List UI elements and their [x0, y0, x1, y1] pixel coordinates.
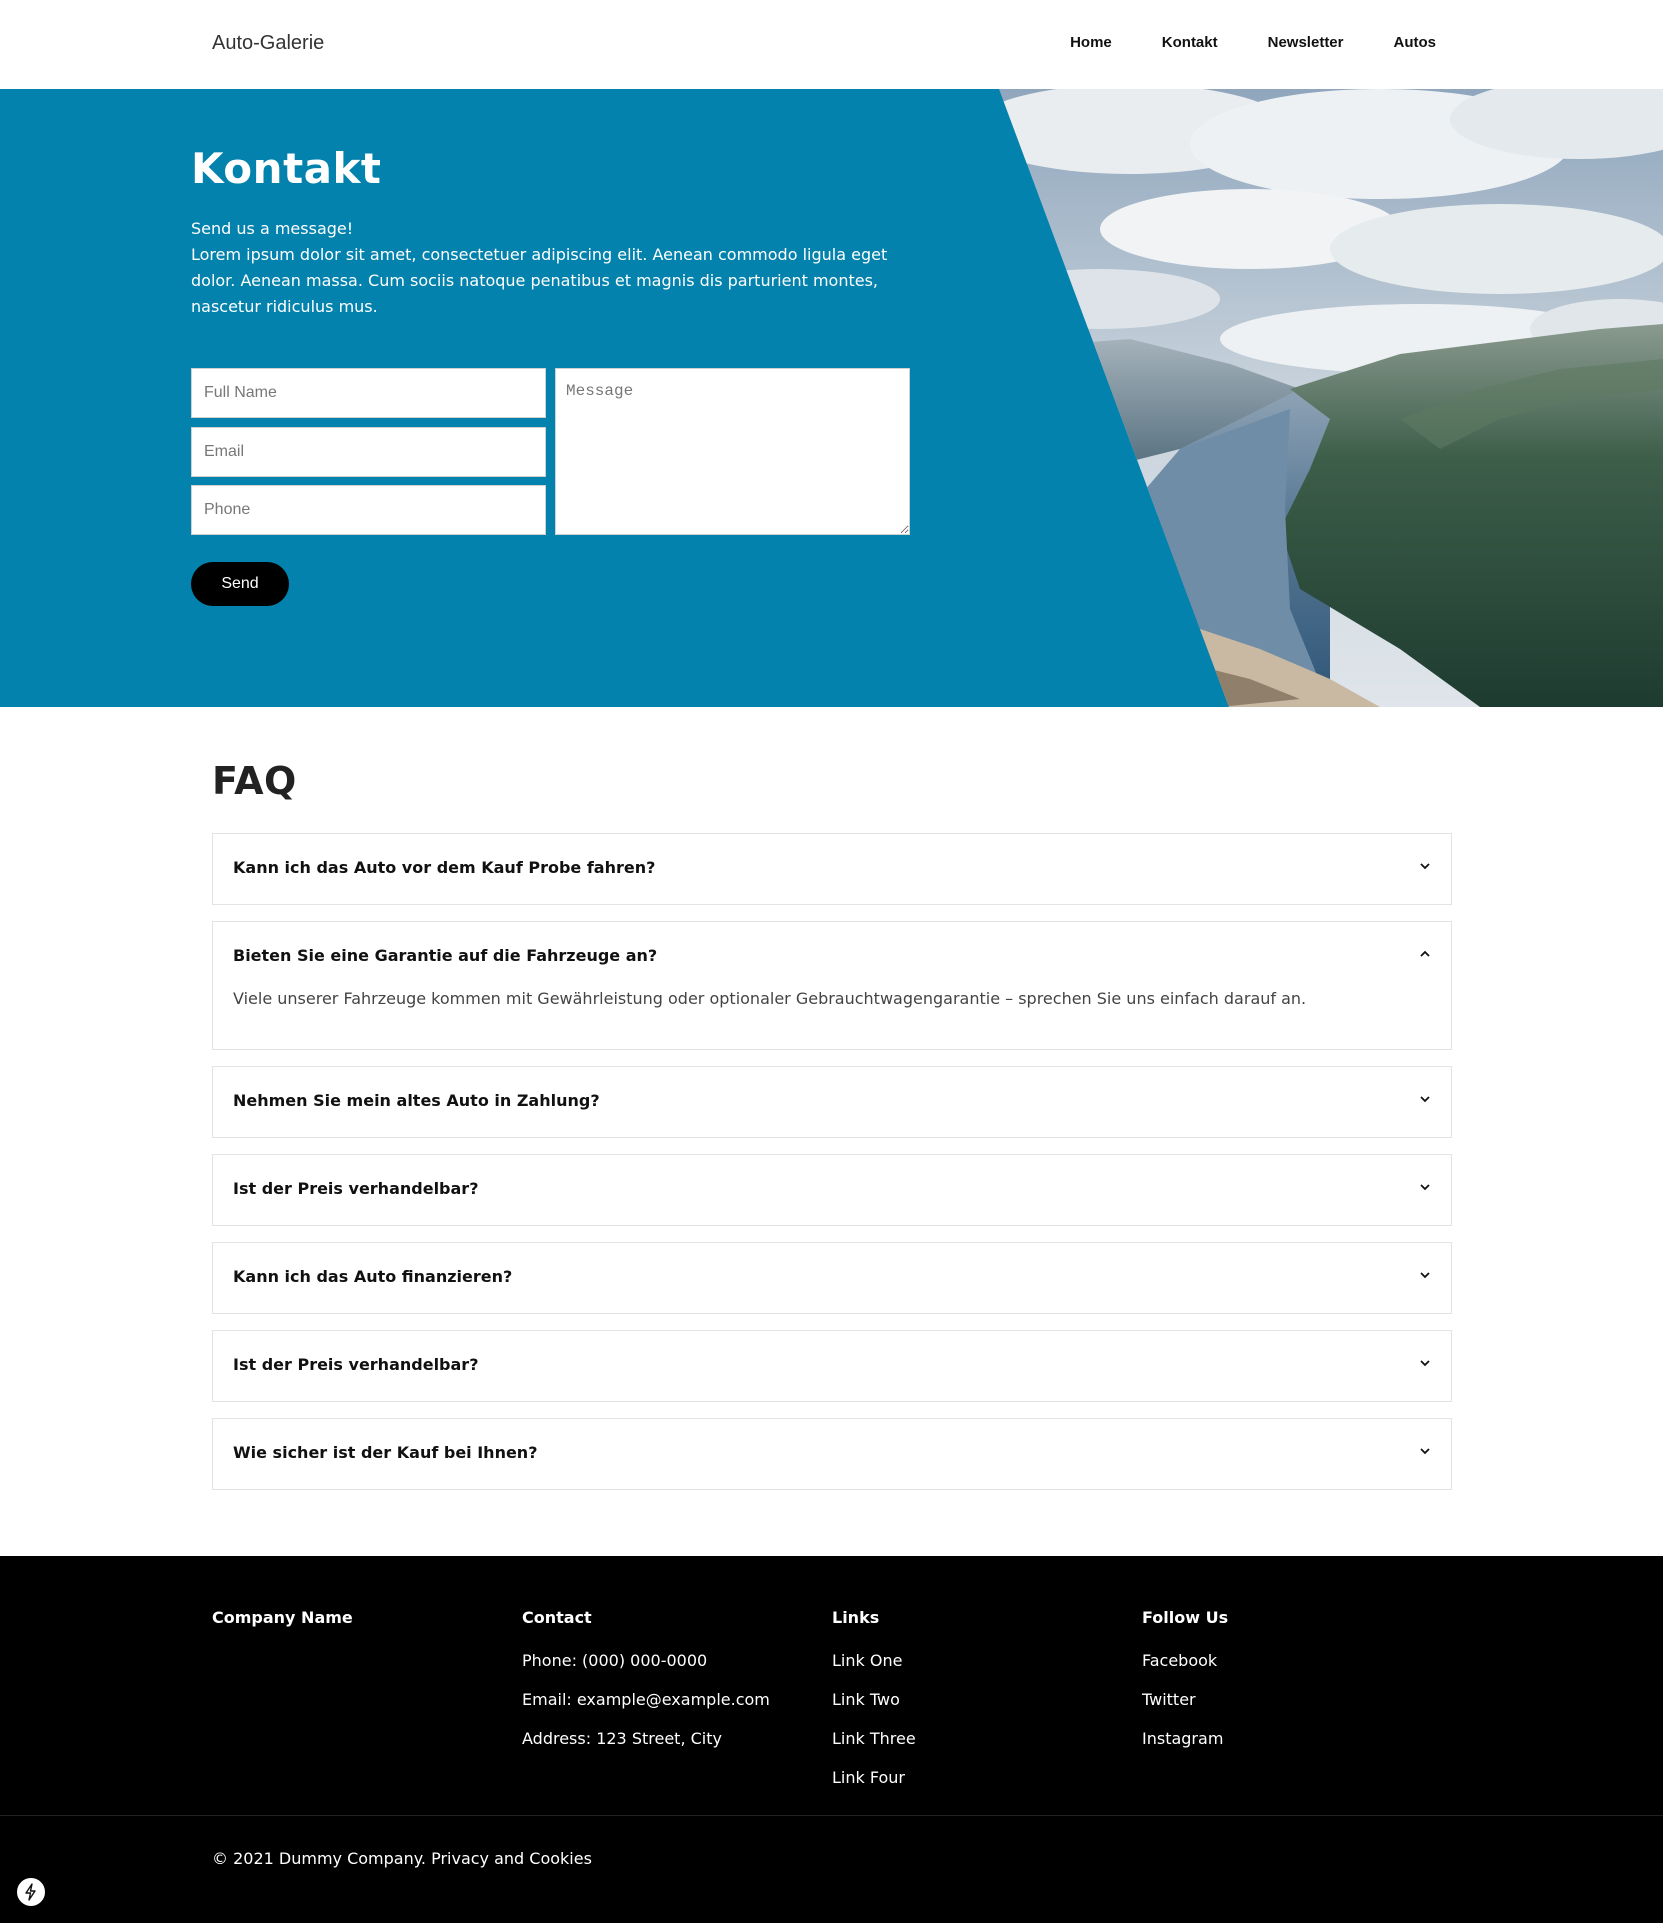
email-input[interactable]	[191, 427, 546, 477]
hero-body: Lorem ipsum dolor sit amet, consectetuer…	[191, 245, 888, 316]
hero-description: Send us a message! Lorem ipsum dolor sit…	[191, 216, 911, 320]
chevron-down-icon[interactable]	[1417, 1355, 1433, 1371]
footer-contact-title: Contact	[522, 1608, 592, 1627]
chevron-down-icon[interactable]	[1417, 1267, 1433, 1283]
contact-hero: Kontakt Send us a message! Lorem ipsum d…	[0, 89, 1663, 707]
faq-item[interactable]: Wie sicher ist der Kauf bei Ihnen?	[212, 1418, 1452, 1490]
nav-link-autos[interactable]: Autos	[1394, 34, 1437, 51]
site-logo[interactable]: Auto-Galerie	[212, 32, 324, 55]
site-header: Auto-Galerie Home Kontakt Newsletter Aut…	[0, 0, 1663, 89]
footer-contact: Contact Phone: (000) 000-0000 Email: exa…	[522, 1608, 770, 1758]
faq-item[interactable]: Kann ich das Auto vor dem Kauf Probe fah…	[212, 833, 1452, 905]
footer-company: Company Name	[212, 1608, 353, 1641]
hero-intro: Send us a message!	[191, 219, 354, 238]
chevron-down-icon[interactable]	[1417, 1179, 1433, 1195]
faq-question[interactable]: Kann ich das Auto vor dem Kauf Probe fah…	[233, 858, 655, 877]
send-button[interactable]: Send	[191, 562, 289, 606]
phone-input[interactable]	[191, 485, 546, 535]
nav-link-kontakt[interactable]: Kontakt	[1162, 34, 1218, 51]
faq-question[interactable]: Bieten Sie eine Garantie auf die Fahrzeu…	[233, 946, 657, 965]
chevron-down-icon[interactable]	[1417, 1091, 1433, 1107]
footer-email: Email: example@example.com	[522, 1690, 770, 1709]
footer-address: Address: 123 Street, City	[522, 1729, 722, 1748]
faq-item[interactable]: Nehmen Sie mein altes Auto in Zahlung?	[212, 1066, 1452, 1138]
footer-link-two[interactable]: Link Two	[832, 1680, 916, 1719]
faq-title: FAQ	[212, 759, 297, 803]
faq-question[interactable]: Wie sicher ist der Kauf bei Ihnen?	[233, 1443, 537, 1462]
footer-divider	[0, 1815, 1663, 1816]
faq-question[interactable]: Ist der Preis verhandelbar?	[233, 1355, 478, 1374]
footer-phone: Phone: (000) 000-0000	[522, 1651, 708, 1670]
faq-item[interactable]: Kann ich das Auto finanzieren?	[212, 1242, 1452, 1314]
copyright-text[interactable]: © 2021 Dummy Company. Privacy and Cookie…	[212, 1849, 592, 1868]
footer-company-name: Company Name	[212, 1608, 353, 1627]
full-name-input[interactable]	[191, 368, 546, 418]
chevron-down-icon[interactable]	[1417, 858, 1433, 874]
faq-item[interactable]: Ist der Preis verhandelbar?	[212, 1154, 1452, 1226]
footer-links-title: Links	[832, 1608, 880, 1627]
faq-item[interactable]: Ist der Preis verhandelbar?	[212, 1330, 1452, 1402]
site-footer: Company Name Contact Phone: (000) 000-00…	[0, 1556, 1663, 1923]
footer-link-twitter[interactable]: Twitter	[1142, 1680, 1228, 1719]
bolt-icon[interactable]	[15, 1876, 47, 1908]
nav-link-home[interactable]: Home	[1070, 34, 1112, 51]
footer-link-one[interactable]: Link One	[832, 1641, 916, 1680]
footer-follow-title: Follow Us	[1142, 1608, 1229, 1627]
chevron-up-icon[interactable]	[1417, 946, 1433, 962]
faq-answer: Viele unserer Fahrzeuge kommen mit Gewäh…	[233, 989, 1307, 1008]
faq-item-expanded[interactable]: Bieten Sie eine Garantie auf die Fahrzeu…	[212, 921, 1452, 1050]
footer-link-instagram[interactable]: Instagram	[1142, 1719, 1228, 1758]
chevron-down-icon[interactable]	[1417, 1443, 1433, 1459]
faq-question[interactable]: Ist der Preis verhandelbar?	[233, 1179, 478, 1198]
message-textarea[interactable]	[555, 368, 910, 535]
faq-question[interactable]: Kann ich das Auto finanzieren?	[233, 1267, 512, 1286]
footer-follow: Follow Us Facebook Twitter Instagram	[1142, 1608, 1228, 1758]
footer-link-three[interactable]: Link Three	[832, 1719, 916, 1758]
faq-question[interactable]: Nehmen Sie mein altes Auto in Zahlung?	[233, 1091, 600, 1110]
footer-link-facebook[interactable]: Facebook	[1142, 1641, 1228, 1680]
footer-links: Links Link One Link Two Link Three Link …	[832, 1608, 916, 1797]
nav-link-newsletter[interactable]: Newsletter	[1268, 34, 1344, 51]
footer-link-four[interactable]: Link Four	[832, 1758, 916, 1797]
page-title: Kontakt	[191, 144, 382, 193]
main-nav: Home Kontakt Newsletter Autos	[1020, 34, 1436, 51]
